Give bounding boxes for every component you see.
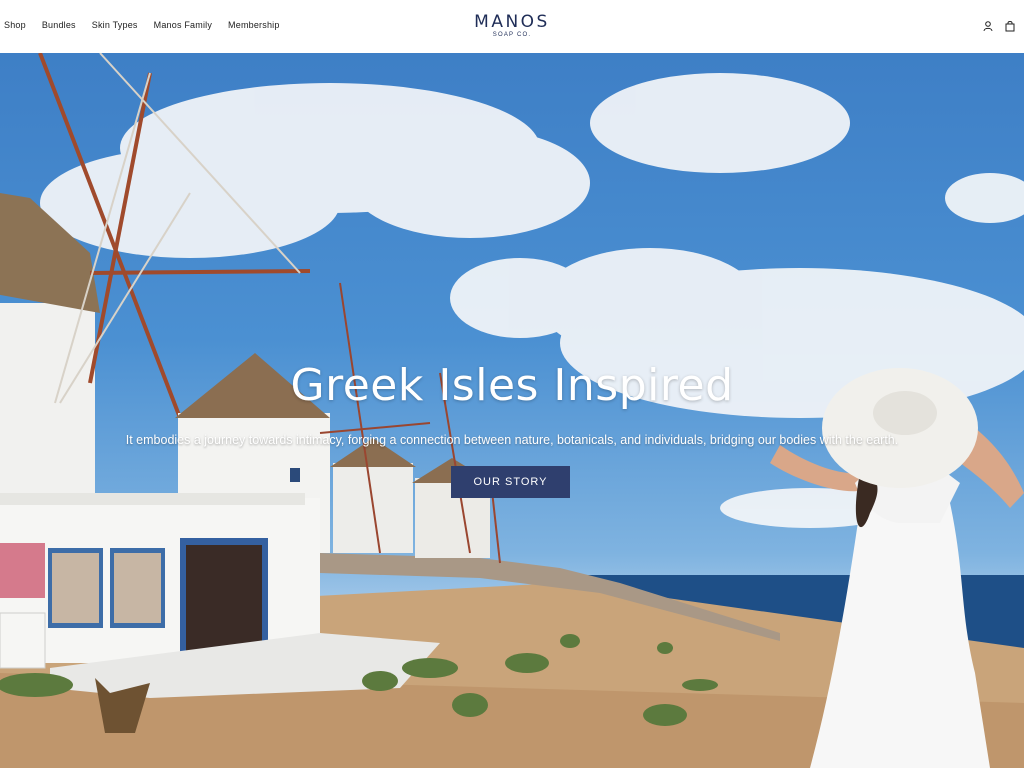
brand-subtitle: SOAP CO.: [492, 32, 532, 38]
hero-banner: Greek Isles Inspired It embodies a journ…: [0, 53, 1024, 768]
header-icons: [982, 19, 1016, 32]
brand-logo[interactable]: MANOS SOAP CO.: [0, 13, 1024, 39]
hero-subtitle: It embodies a journey towards intimacy, …: [125, 433, 899, 447]
bag-icon[interactable]: [1004, 19, 1016, 32]
hero-title: Greek Isles Inspired: [290, 360, 734, 411]
our-story-button[interactable]: OUR STORY: [451, 466, 570, 498]
brand-name: MANOS: [474, 12, 550, 32]
user-icon[interactable]: [982, 19, 994, 32]
site-header: Shop Bundles Skin Types Manos Family Mem…: [0, 0, 1024, 53]
